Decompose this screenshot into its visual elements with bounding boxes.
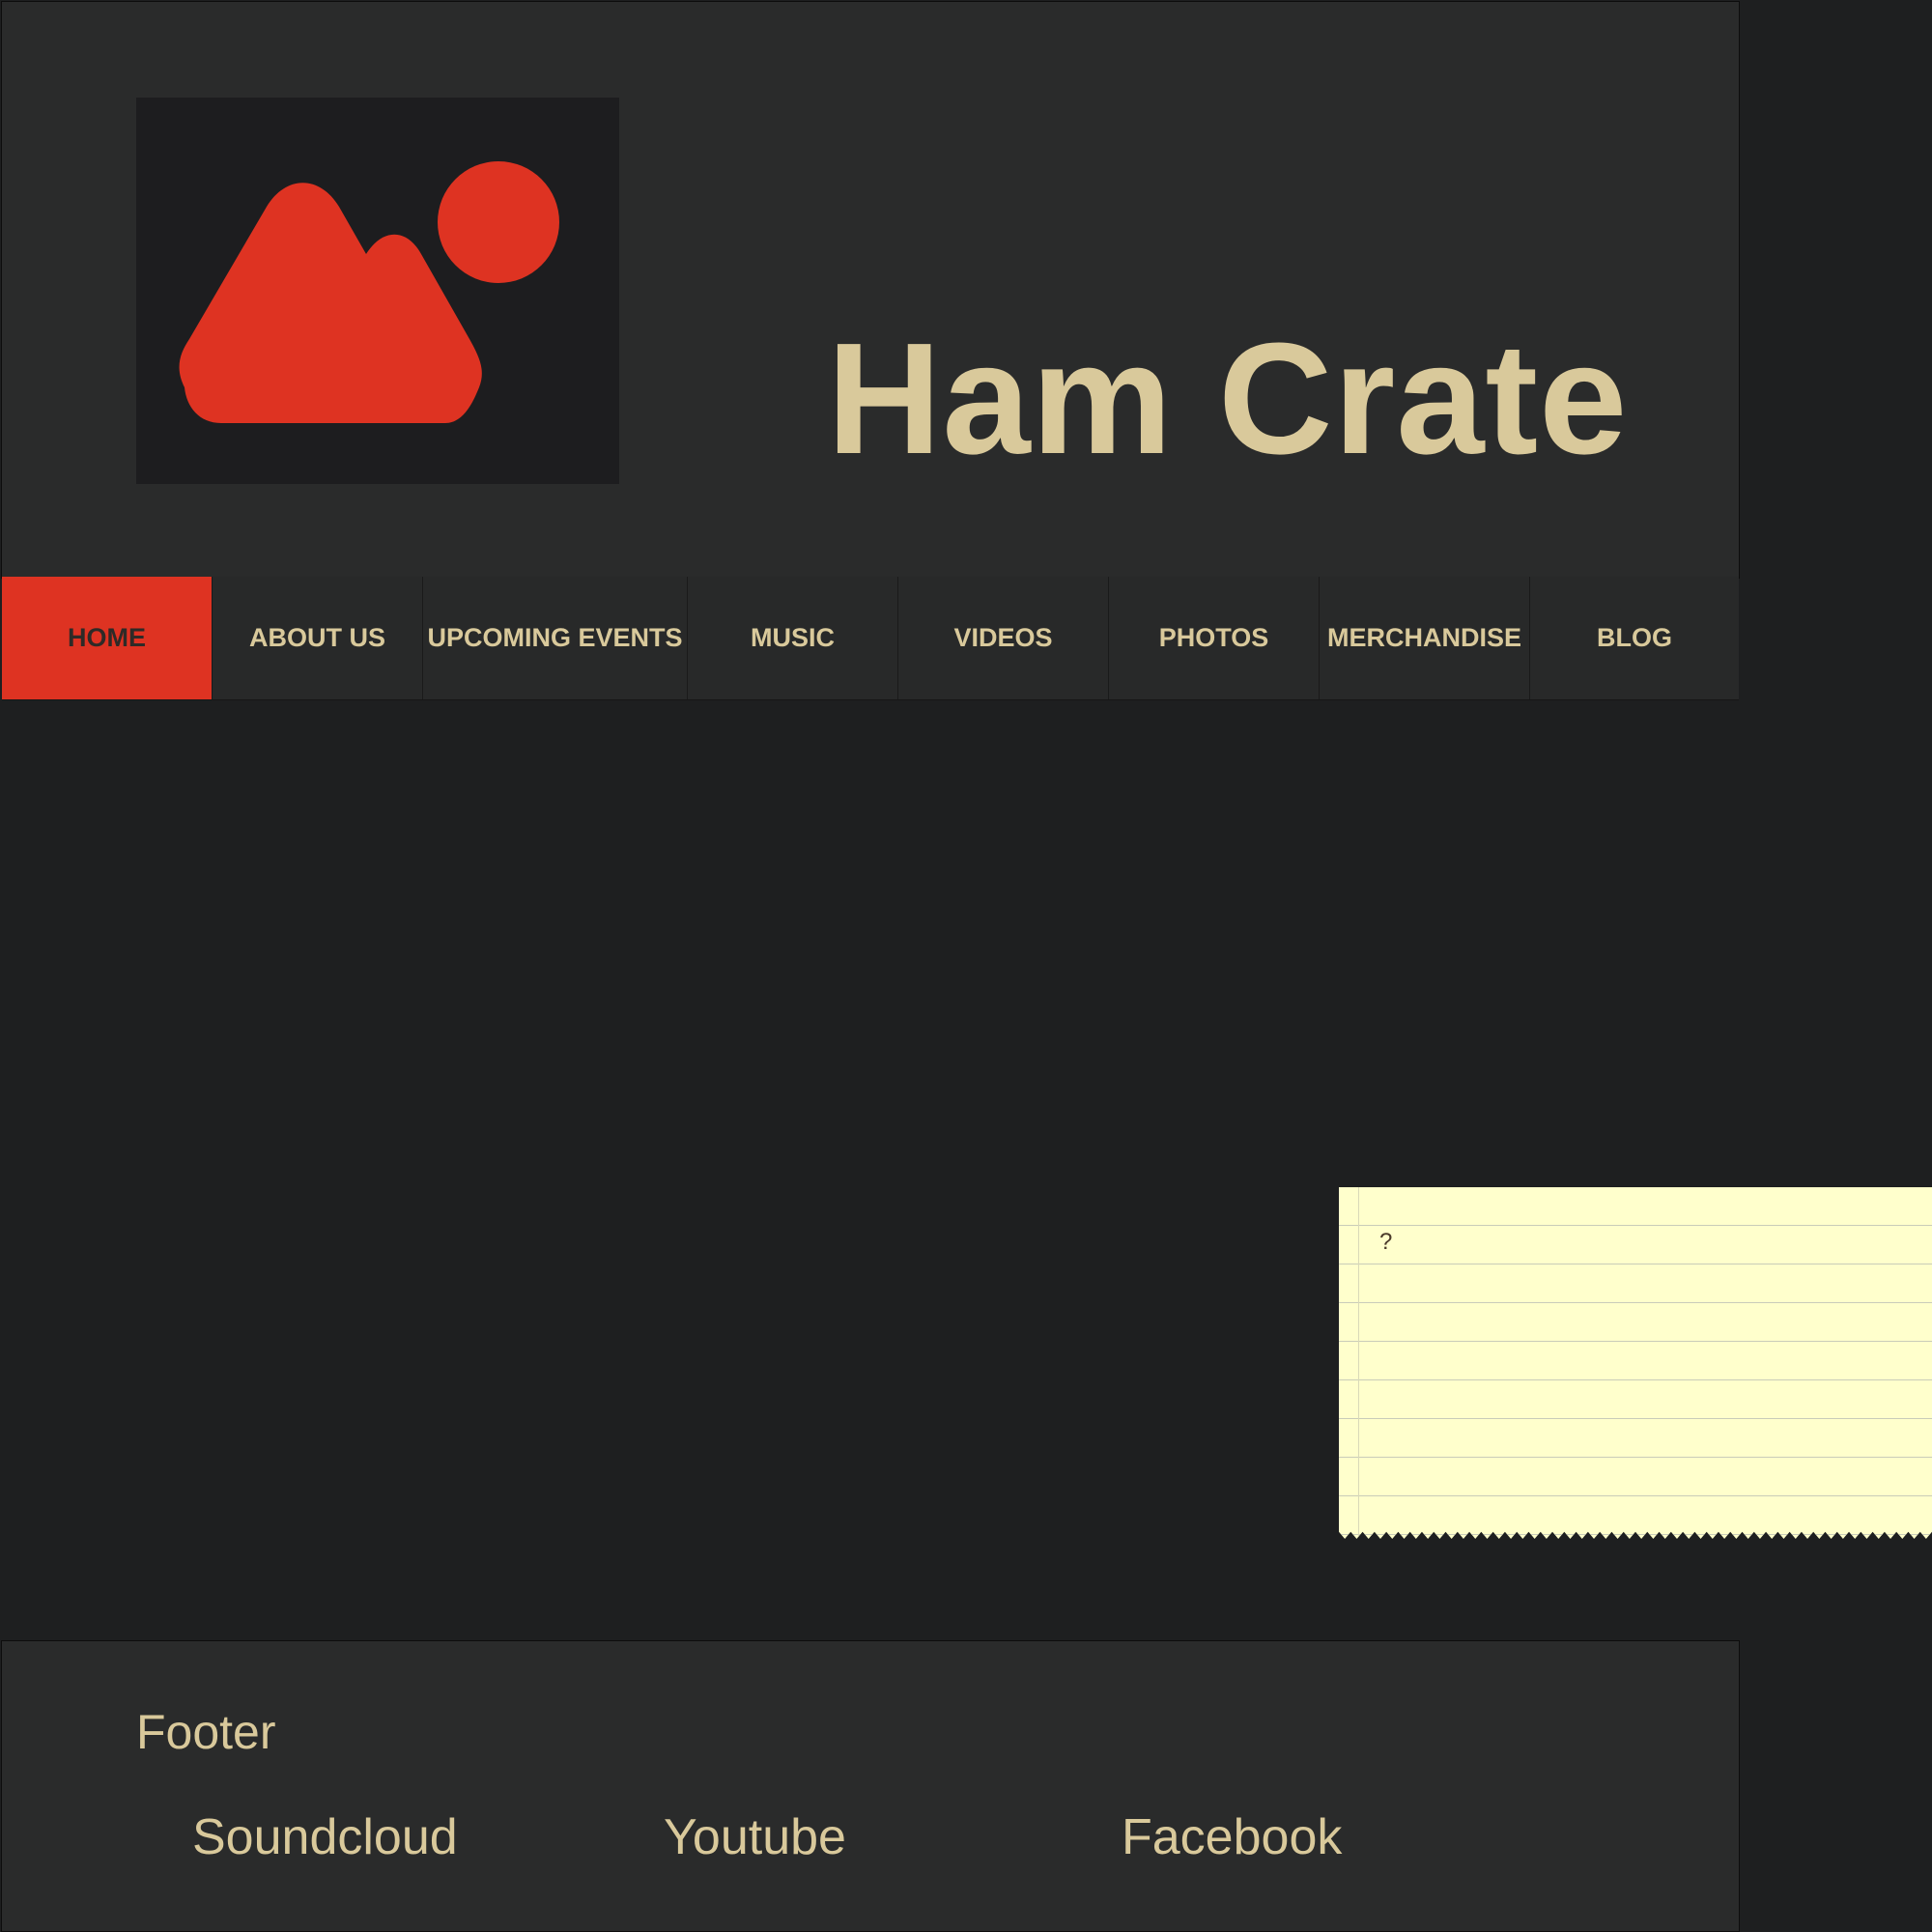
- site-footer: Footer Soundcloud Youtube Facebook: [1, 1640, 1740, 1932]
- nav-item-videos[interactable]: VIDEOS: [898, 577, 1109, 699]
- note-text: ?: [1379, 1229, 1393, 1255]
- note-margin-line: [1358, 1187, 1359, 1539]
- logo-image-placeholder: [136, 98, 619, 484]
- site-header: Ham Crate: [1, 1, 1740, 579]
- nav-item-blog[interactable]: BLOG: [1530, 577, 1739, 699]
- nav-item-music[interactable]: MUSIC: [688, 577, 898, 699]
- sticky-note[interactable]: ?: [1339, 1187, 1932, 1539]
- page: Ham Crate HOME ABOUT US UPCOMING EVENTS …: [0, 0, 1932, 1932]
- nav-item-photos[interactable]: PHOTOS: [1109, 577, 1320, 699]
- nav-item-home[interactable]: HOME: [2, 577, 213, 699]
- site-title: Ham Crate: [827, 310, 1629, 487]
- nav-item-about-us[interactable]: ABOUT US: [213, 577, 423, 699]
- footer-title: Footer: [136, 1705, 276, 1759]
- main-nav: HOME ABOUT US UPCOMING EVENTS MUSIC VIDE…: [2, 577, 1739, 700]
- image-placeholder-icon: [179, 161, 559, 423]
- footer-link-facebook[interactable]: Facebook: [1122, 1808, 1342, 1866]
- footer-link-youtube[interactable]: Youtube: [664, 1808, 846, 1866]
- footer-link-soundcloud[interactable]: Soundcloud: [192, 1808, 458, 1866]
- nav-item-merchandise[interactable]: MERCHANDISE: [1320, 577, 1530, 699]
- nav-item-upcoming-events[interactable]: UPCOMING EVENTS: [423, 577, 688, 699]
